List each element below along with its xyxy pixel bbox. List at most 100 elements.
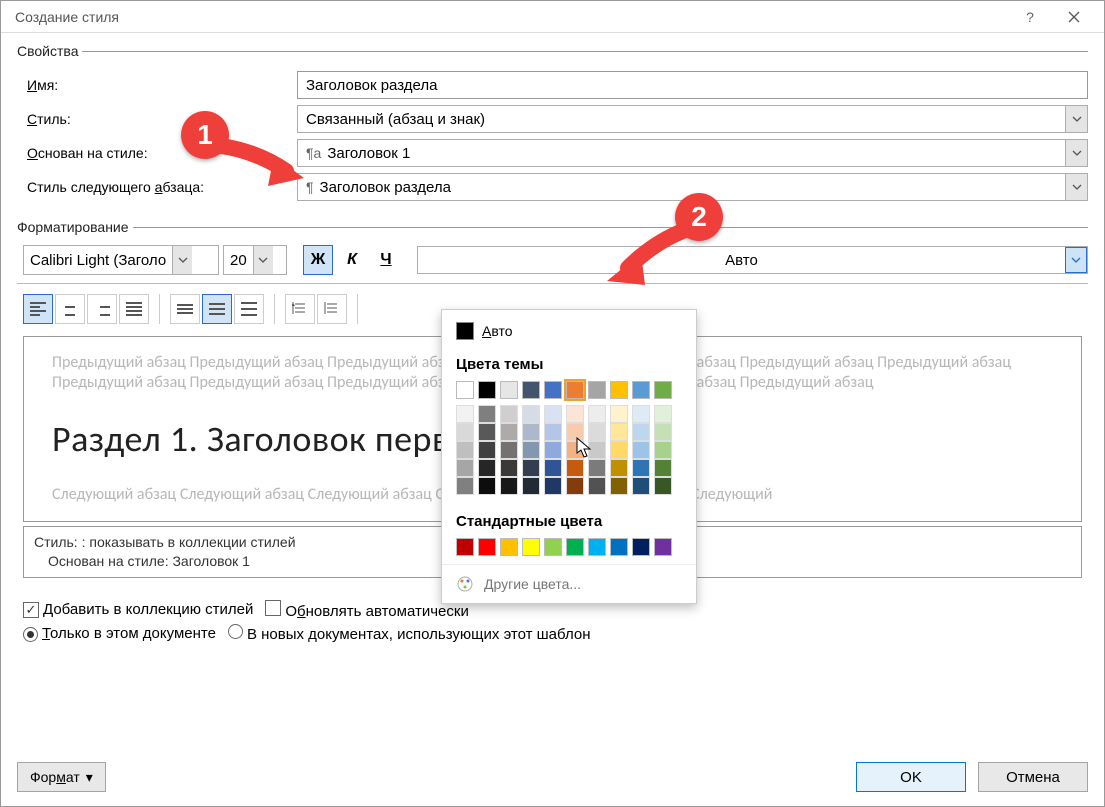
theme-shade-swatch[interactable] (610, 459, 628, 477)
theme-shade-swatch[interactable] (654, 423, 672, 441)
theme-shade-swatch[interactable] (544, 477, 562, 495)
theme-shade-swatch[interactable] (632, 459, 650, 477)
spacing-15-button[interactable] (202, 294, 232, 324)
auto-update-checkbox[interactable]: Обновлять автоматически (265, 600, 468, 620)
style-type-label: Стиль: (17, 111, 297, 127)
theme-color-swatch[interactable] (632, 381, 650, 399)
theme-shade-swatch[interactable] (478, 441, 496, 459)
italic-button[interactable]: К (337, 245, 367, 275)
theme-color-swatch[interactable] (610, 381, 628, 399)
theme-shade-swatch[interactable] (456, 441, 474, 459)
standard-color-swatch[interactable] (610, 538, 628, 556)
theme-shade-swatch[interactable] (522, 423, 540, 441)
theme-shade-swatch[interactable] (654, 459, 672, 477)
font-color-combo[interactable]: Авто (417, 246, 1088, 274)
based-on-combo[interactable]: ¶aЗаголовок 1 (297, 139, 1088, 167)
theme-color-swatch[interactable] (566, 381, 584, 399)
theme-shade-swatch[interactable] (456, 477, 474, 495)
this-document-radio[interactable]: Только в этом документе (23, 625, 216, 642)
theme-shade-swatch[interactable] (478, 459, 496, 477)
add-to-gallery-checkbox[interactable]: Добавить в коллекцию стилей (23, 601, 253, 618)
theme-shade-swatch[interactable] (610, 441, 628, 459)
help-button[interactable]: ? (1008, 2, 1052, 32)
bold-button[interactable]: Ж (303, 245, 333, 275)
standard-color-swatch[interactable] (500, 538, 518, 556)
theme-shade-swatch[interactable] (566, 459, 584, 477)
theme-shade-swatch[interactable] (456, 423, 474, 441)
theme-color-swatch[interactable] (456, 381, 474, 399)
theme-shade-swatch[interactable] (632, 423, 650, 441)
standard-color-swatch[interactable] (456, 538, 474, 556)
theme-shade-swatch[interactable] (544, 405, 562, 423)
theme-shade-swatch[interactable] (632, 405, 650, 423)
theme-shade-swatch[interactable] (588, 405, 606, 423)
theme-shade-swatch[interactable] (632, 477, 650, 495)
standard-color-swatch[interactable] (566, 538, 584, 556)
theme-shade-swatch[interactable] (522, 459, 540, 477)
align-center-button[interactable] (55, 294, 85, 324)
theme-shade-swatch[interactable] (566, 477, 584, 495)
theme-shade-swatch[interactable] (500, 405, 518, 423)
theme-shade-swatch[interactable] (588, 441, 606, 459)
theme-shade-swatch[interactable] (500, 441, 518, 459)
align-justify-button[interactable] (119, 294, 149, 324)
theme-shade-swatch[interactable] (544, 441, 562, 459)
color-auto-item[interactable]: Авто (442, 316, 696, 346)
theme-color-swatch[interactable] (544, 381, 562, 399)
theme-shade-swatch[interactable] (522, 477, 540, 495)
more-colors-item[interactable]: Другие цвета... (442, 564, 696, 603)
theme-shade-swatch[interactable] (522, 405, 540, 423)
standard-color-swatch[interactable] (632, 538, 650, 556)
theme-shade-swatch[interactable] (500, 459, 518, 477)
align-left-button[interactable] (23, 294, 53, 324)
theme-shade-swatch[interactable] (588, 477, 606, 495)
theme-shade-swatch[interactable] (544, 423, 562, 441)
theme-shade-swatch[interactable] (478, 477, 496, 495)
name-input[interactable] (297, 71, 1088, 99)
cancel-button[interactable]: Отмена (978, 762, 1088, 792)
theme-shade-swatch[interactable] (456, 405, 474, 423)
font-size-combo[interactable]: 20 (223, 245, 287, 275)
theme-shade-swatch[interactable] (500, 423, 518, 441)
theme-shade-swatch[interactable] (566, 441, 584, 459)
format-button[interactable]: Формат▾ (17, 762, 106, 792)
underline-button[interactable]: Ч (371, 245, 401, 275)
theme-color-swatch[interactable] (522, 381, 540, 399)
theme-shade-swatch[interactable] (588, 423, 606, 441)
spacing-1-button[interactable] (170, 294, 200, 324)
theme-shade-swatch[interactable] (610, 405, 628, 423)
theme-shade-swatch[interactable] (588, 459, 606, 477)
space-before-dec-button[interactable] (317, 294, 347, 324)
new-documents-radio[interactable]: В новых документах, использующих этот ша… (228, 624, 591, 643)
spacing-2-button[interactable] (234, 294, 264, 324)
theme-shade-swatch[interactable] (610, 423, 628, 441)
theme-color-swatch[interactable] (654, 381, 672, 399)
space-before-inc-button[interactable] (285, 294, 315, 324)
close-button[interactable] (1052, 2, 1096, 32)
theme-shade-swatch[interactable] (544, 459, 562, 477)
standard-color-swatch[interactable] (588, 538, 606, 556)
standard-color-swatch[interactable] (544, 538, 562, 556)
theme-shade-swatch[interactable] (610, 477, 628, 495)
theme-color-swatch[interactable] (478, 381, 496, 399)
font-name-combo[interactable]: Calibri Light (Заголо (23, 245, 219, 275)
theme-color-swatch[interactable] (588, 381, 606, 399)
theme-color-swatch[interactable] (500, 381, 518, 399)
theme-shade-swatch[interactable] (654, 405, 672, 423)
theme-shade-swatch[interactable] (478, 423, 496, 441)
theme-shade-swatch[interactable] (632, 441, 650, 459)
theme-shade-swatch[interactable] (456, 459, 474, 477)
align-right-button[interactable] (87, 294, 117, 324)
theme-shade-swatch[interactable] (654, 441, 672, 459)
standard-color-swatch[interactable] (654, 538, 672, 556)
style-type-combo[interactable]: Связанный (абзац и знак) (297, 105, 1088, 133)
theme-shade-swatch[interactable] (500, 477, 518, 495)
standard-color-swatch[interactable] (522, 538, 540, 556)
ok-button[interactable]: OK (856, 762, 966, 792)
standard-color-swatch[interactable] (478, 538, 496, 556)
theme-shade-swatch[interactable] (478, 405, 496, 423)
theme-shade-swatch[interactable] (522, 441, 540, 459)
theme-shade-swatch[interactable] (654, 477, 672, 495)
theme-shade-swatch[interactable] (566, 405, 584, 423)
theme-shade-swatch[interactable] (566, 423, 584, 441)
